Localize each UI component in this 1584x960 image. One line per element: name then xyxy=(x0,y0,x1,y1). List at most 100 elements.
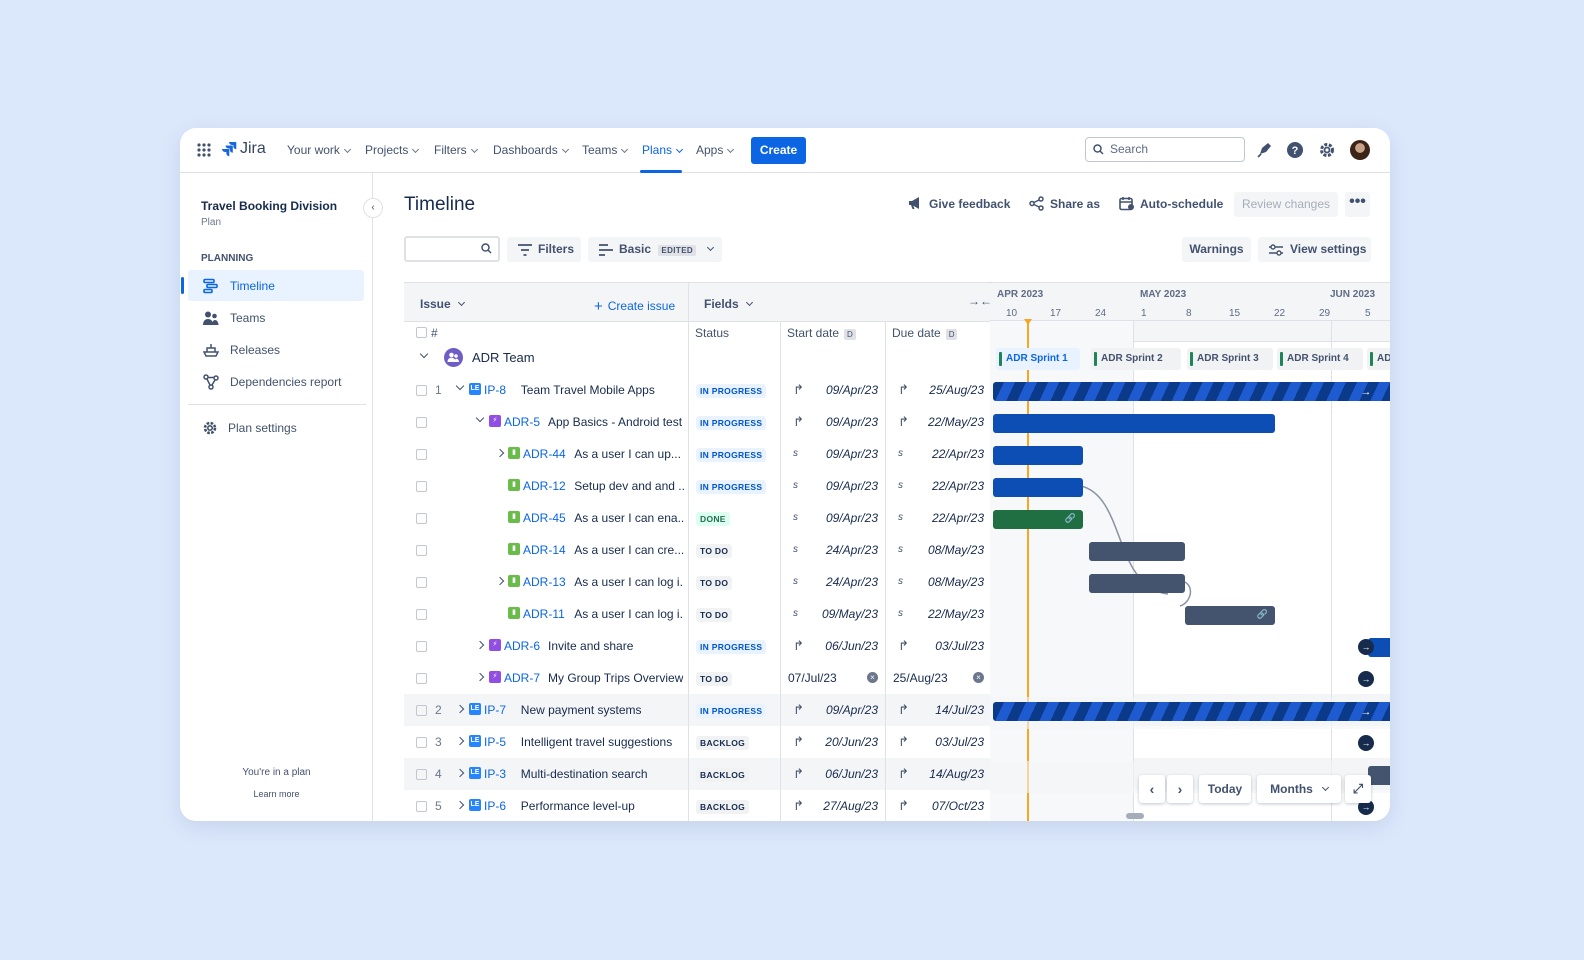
start-date[interactable]: 09/Apr/23 xyxy=(808,415,878,429)
collapse-sidebar-button[interactable]: ‹ xyxy=(363,198,383,218)
status-lozenge[interactable]: IN PROGRESS xyxy=(696,416,767,430)
bar-adr-11[interactable]: 🔗 xyxy=(1185,606,1275,625)
learn-more-link[interactable]: Learn more xyxy=(180,789,373,799)
nav-plans[interactable]: Plans xyxy=(642,143,684,157)
issue-key[interactable]: ADR-5 xyxy=(504,415,540,429)
bar-adr-14[interactable] xyxy=(1089,542,1185,561)
issue-summary[interactable]: As a user I can up... xyxy=(574,447,681,461)
due-date[interactable]: 22/Apr/23 xyxy=(914,447,984,461)
status-lozenge[interactable]: BACKLOG xyxy=(696,800,750,814)
chevron-right-icon[interactable] xyxy=(455,736,465,746)
column-status[interactable]: Status xyxy=(695,326,729,340)
issue-key[interactable]: IP-6 xyxy=(484,799,506,813)
warnings-button[interactable]: Warnings xyxy=(1182,237,1251,262)
issue-key[interactable]: ADR-6 xyxy=(504,639,540,653)
issue-column-dropdown[interactable]: Issue xyxy=(420,297,465,311)
issue-key[interactable]: ADR-45 xyxy=(523,511,566,525)
issue-key[interactable]: IP-8 xyxy=(484,383,506,397)
issue-summary[interactable]: Multi-destination search xyxy=(521,767,648,781)
row-checkbox[interactable] xyxy=(416,673,427,684)
timeline-search-input[interactable] xyxy=(404,236,500,262)
app-switcher-icon[interactable] xyxy=(197,143,211,157)
bar-adr-13[interactable] xyxy=(1089,574,1185,593)
review-changes-button[interactable]: Review changes xyxy=(1234,192,1338,217)
view-settings-button[interactable]: View settings xyxy=(1258,237,1371,262)
issue-summary[interactable]: Setup dev and and ... xyxy=(574,479,684,493)
nav-teams[interactable]: Teams xyxy=(582,143,629,157)
due-date[interactable]: 22/Apr/23 xyxy=(914,479,984,493)
user-avatar[interactable] xyxy=(1350,140,1370,160)
nav-projects[interactable]: Projects xyxy=(365,143,420,157)
column-start-date[interactable]: Start date D xyxy=(787,326,856,340)
sidebar-item-plan-settings[interactable]: Plan settings xyxy=(188,412,364,443)
issue-key[interactable]: ADR-44 xyxy=(523,447,566,461)
due-date[interactable]: 08/May/23 xyxy=(914,575,984,589)
bar-adr-12[interactable] xyxy=(993,478,1083,497)
issue-summary[interactable]: Intelligent travel suggestions xyxy=(521,735,672,749)
chevron-down-icon[interactable] xyxy=(419,349,429,359)
chevron-right-icon[interactable] xyxy=(495,448,505,458)
row-checkbox[interactable] xyxy=(416,737,427,748)
due-date[interactable]: 22/May/23 xyxy=(914,415,984,429)
status-lozenge[interactable]: BACKLOG xyxy=(696,736,750,750)
due-date[interactable]: 03/Jul/23 xyxy=(914,639,984,653)
scroll-right-button[interactable]: › xyxy=(1167,775,1193,803)
bar-ip-7[interactable] xyxy=(993,702,1390,721)
select-all-checkbox[interactable] xyxy=(416,327,427,338)
row-checkbox[interactable] xyxy=(416,769,427,780)
start-date[interactable]: 07/Jul/23 xyxy=(788,671,858,685)
horizontal-scrollbar[interactable] xyxy=(1126,813,1144,819)
status-lozenge[interactable]: BACKLOG xyxy=(696,768,750,782)
start-date[interactable]: 09/Apr/23 xyxy=(808,511,878,525)
start-date[interactable]: 06/Jun/23 xyxy=(808,639,878,653)
clear-icon[interactable]: × xyxy=(867,672,878,683)
issue-summary[interactable]: As a user I can log i... xyxy=(574,575,684,589)
issue-key[interactable]: ADR-13 xyxy=(523,575,566,589)
issue-summary[interactable]: My Group Trips Overview xyxy=(548,671,683,685)
nav-filters[interactable]: Filters xyxy=(434,143,478,157)
chevron-down-icon[interactable] xyxy=(475,413,485,423)
scroll-left-button[interactable]: ‹ xyxy=(1139,775,1165,803)
settings-gear-icon[interactable] xyxy=(1318,141,1336,159)
sidebar-item-dependencies-report[interactable]: Dependencies report xyxy=(188,366,364,397)
due-date[interactable]: 25/Aug/23 xyxy=(893,671,963,685)
give-feedback-button[interactable]: Give feedback xyxy=(908,197,1010,211)
issue-summary[interactable]: Invite and share xyxy=(548,639,633,653)
status-lozenge[interactable]: IN PROGRESS xyxy=(696,480,767,494)
status-lozenge[interactable]: IN PROGRESS xyxy=(696,640,767,654)
start-date[interactable]: 24/Apr/23 xyxy=(808,543,878,557)
filters-button[interactable]: Filters xyxy=(507,237,581,262)
issue-key[interactable]: ADR-12 xyxy=(523,479,566,493)
issue-summary[interactable]: As a user I can ena... xyxy=(574,511,684,525)
issue-summary[interactable]: Performance level-up xyxy=(521,799,635,813)
row-checkbox[interactable] xyxy=(416,417,427,428)
sidebar-item-releases[interactable]: Releases xyxy=(188,334,364,365)
sidebar-item-teams[interactable]: Teams xyxy=(188,302,364,333)
due-date[interactable]: 03/Jul/23 xyxy=(914,735,984,749)
issue-summary[interactable]: Team Travel Mobile Apps xyxy=(521,383,655,397)
due-date[interactable]: 07/Oct/23 xyxy=(914,799,984,813)
today-button[interactable]: Today xyxy=(1199,775,1251,803)
chevron-right-icon[interactable] xyxy=(495,576,505,586)
chevron-right-icon[interactable] xyxy=(475,672,485,682)
issue-summary[interactable]: As a user I can cre... xyxy=(574,543,684,557)
start-date[interactable]: 06/Jun/23 xyxy=(808,767,878,781)
issue-key[interactable]: ADR-14 xyxy=(523,543,566,557)
due-date[interactable]: 22/Apr/23 xyxy=(914,511,984,525)
issue-key[interactable]: IP-7 xyxy=(484,703,506,717)
status-lozenge[interactable]: TO DO xyxy=(696,576,733,590)
auto-schedule-button[interactable]: Auto-schedule xyxy=(1119,197,1223,211)
row-checkbox[interactable] xyxy=(416,385,427,396)
row-checkbox[interactable] xyxy=(416,481,427,492)
chevron-right-icon[interactable] xyxy=(455,800,465,810)
chevron-right-icon[interactable] xyxy=(475,640,485,650)
row-checkbox[interactable] xyxy=(416,545,427,556)
sidebar-item-timeline[interactable]: Timeline xyxy=(181,270,364,301)
arrow-right-icon[interactable]: → xyxy=(1358,704,1374,720)
issue-key[interactable]: ADR-7 xyxy=(504,671,540,685)
bar-adr-44[interactable] xyxy=(993,446,1083,465)
chevron-down-icon[interactable] xyxy=(455,381,465,391)
bar-adr-5[interactable] xyxy=(993,414,1275,433)
arrow-right-circle-icon[interactable]: → xyxy=(1358,671,1374,687)
row-checkbox[interactable] xyxy=(416,513,427,524)
